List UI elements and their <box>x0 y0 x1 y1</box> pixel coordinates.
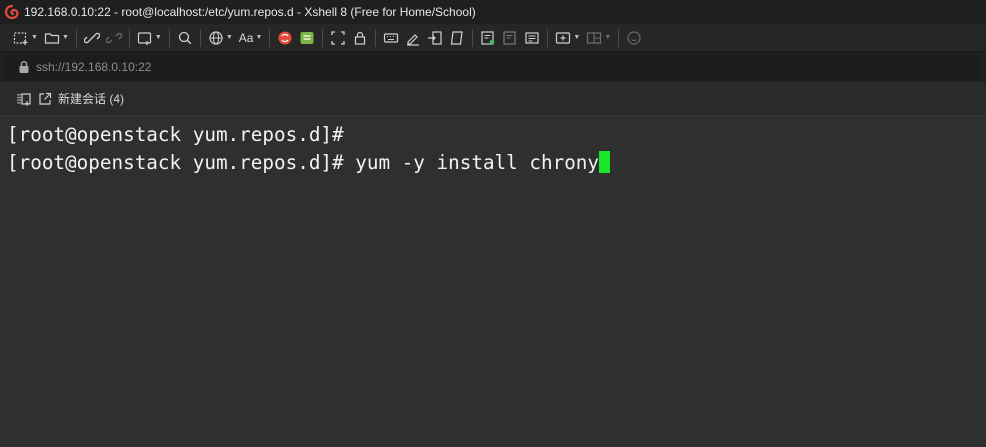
terminal-cursor <box>599 151 611 173</box>
script-icon[interactable] <box>446 27 468 49</box>
help-icon[interactable] <box>623 27 645 49</box>
open-folder-icon[interactable]: ▼ <box>41 27 72 49</box>
session-manager-icon[interactable] <box>16 91 32 107</box>
external-link-icon[interactable] <box>38 92 52 106</box>
xftp-icon[interactable] <box>296 27 318 49</box>
terminal-line-current: [root@openstack yum.repos.d]# yum -y ins… <box>7 149 986 177</box>
add-tab-icon[interactable]: ▼ <box>552 27 583 49</box>
layout-icon[interactable]: ▼ <box>583 27 614 49</box>
highlight-icon[interactable] <box>402 27 424 49</box>
keyboard-icon[interactable] <box>380 27 402 49</box>
new-session-label[interactable]: 新建会话 (4) <box>58 90 124 107</box>
new-session-icon[interactable]: ▼ <box>10 27 41 49</box>
globe-icon[interactable]: ▼ <box>205 27 236 49</box>
lock-icon <box>18 60 30 74</box>
toolbar-separator <box>199 28 201 47</box>
toolbar-separator <box>547 28 549 47</box>
address-bar: ssh://192.168.0.10:22 <box>0 52 986 82</box>
lock-icon[interactable] <box>349 27 371 49</box>
fullscreen-icon[interactable] <box>327 27 349 49</box>
font-icon[interactable]: Aa ▼ <box>236 27 266 49</box>
disconnect-icon[interactable] <box>103 27 125 49</box>
main-toolbar: ▼ ▼ ▼ ▼ Aa ▼ ▼ ▼ <box>0 24 986 52</box>
toolbar-separator <box>618 28 620 47</box>
address-url: ssh://192.168.0.10:22 <box>36 60 152 74</box>
toolbar-separator <box>322 28 324 47</box>
log-icon[interactable] <box>499 27 521 49</box>
toolbar-separator <box>75 28 77 47</box>
toolbar-separator <box>472 28 474 47</box>
session-bar: 新建会话 (4) <box>0 82 986 116</box>
new-tab-icon[interactable]: ▼ <box>134 27 165 49</box>
toolbar-separator <box>375 28 377 47</box>
font-label: Aa <box>238 30 254 45</box>
connect-icon[interactable] <box>81 27 103 49</box>
title-bar: 192.168.0.10:22 - root@localhost:/etc/yu… <box>0 0 986 24</box>
toolbar-separator <box>269 28 271 47</box>
terminal-command: [root@openstack yum.repos.d]# yum -y ins… <box>7 151 600 174</box>
find-icon[interactable] <box>174 27 196 49</box>
terminal-area[interactable]: [root@openstack yum.repos.d]# [root@open… <box>0 117 986 447</box>
terminal-line: [root@openstack yum.repos.d]# <box>7 123 344 146</box>
transfer-icon[interactable] <box>424 27 446 49</box>
xshell-logo-icon <box>4 4 20 20</box>
toolbar-separator <box>168 28 170 47</box>
notes-icon[interactable] <box>521 27 543 49</box>
compose-icon[interactable] <box>477 27 499 49</box>
xshell-icon[interactable] <box>274 27 296 49</box>
toolbar-separator <box>128 28 130 47</box>
address-field[interactable]: ssh://192.168.0.10:22 <box>6 54 980 80</box>
window-title: 192.168.0.10:22 - root@localhost:/etc/yu… <box>24 5 476 19</box>
